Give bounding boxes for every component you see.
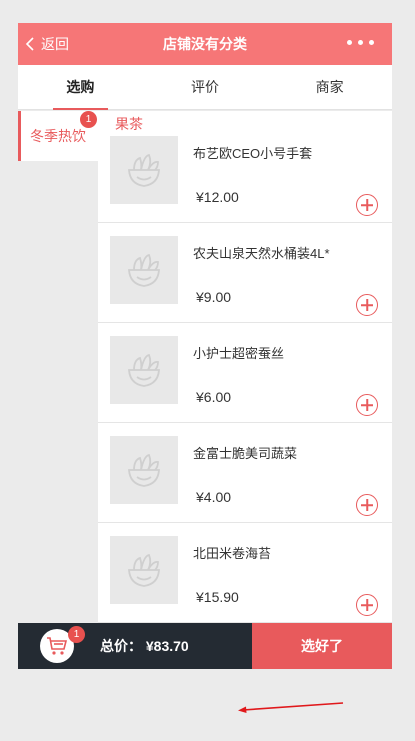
arrow-annotation <box>238 702 344 713</box>
total-label: 总价： <box>100 638 142 654</box>
add-to-cart-button[interactable] <box>356 594 378 616</box>
placeholder-bowl-icon <box>128 453 160 487</box>
sidebar-item-winter-drinks[interactable]: 冬季热饮 1 <box>18 111 98 161</box>
checkout-button[interactable]: 选好了 <box>252 623 392 669</box>
placeholder-bowl-icon <box>128 553 160 587</box>
dot-icon <box>369 40 374 45</box>
product-list: 果茶 布艺欧CEO小号手套 ¥12.00 农夫山泉天然水桶装4L* ¥9.00 … <box>98 111 392 623</box>
product-price: ¥15.90 <box>196 589 239 605</box>
product-price: ¥12.00 <box>196 189 239 205</box>
sidebar-item-label: 冬季热饮 <box>30 128 86 144</box>
product-name: 布艺欧CEO小号手套 <box>193 146 313 161</box>
placeholder-bowl-icon <box>128 353 160 387</box>
product-name: 金富士脆美司蔬菜 <box>193 446 298 461</box>
product-item: 北田米卷海苔 ¥15.90 <box>98 523 392 623</box>
dot-icon <box>347 40 352 45</box>
product-item: 农夫山泉天然水桶装4L* ¥9.00 <box>98 223 392 323</box>
dot-icon <box>358 40 363 45</box>
product-image[interactable] <box>110 136 178 204</box>
cart-count-badge: 1 <box>68 626 85 643</box>
tab-reviews[interactable]: 评价 <box>143 65 268 109</box>
product-name: 小护士超密蚕丝 <box>193 346 285 361</box>
add-to-cart-button[interactable] <box>356 294 378 316</box>
category-count-badge: 1 <box>80 111 97 128</box>
placeholder-bowl-icon <box>128 253 160 287</box>
cart-total: 总价： ¥83.70 <box>100 623 189 669</box>
product-image[interactable] <box>110 536 178 604</box>
tab-merchant[interactable]: 商家 <box>267 65 392 109</box>
tab-shop[interactable]: 选购 <box>18 65 143 110</box>
total-value: ¥83.70 <box>145 638 189 654</box>
product-item: 小护士超密蚕丝 ¥6.00 <box>98 323 392 423</box>
page-title: 店铺没有分类 <box>163 36 247 52</box>
cart-bar: 1 总价： ¥83.70 选好了 <box>18 623 392 669</box>
back-label: 返回 <box>41 36 69 52</box>
product-price: ¥6.00 <box>196 389 232 405</box>
product-image[interactable] <box>110 436 178 504</box>
product-item: 布艺欧CEO小号手套 ¥12.00 <box>98 123 392 223</box>
product-name: 北田米卷海苔 <box>193 546 272 561</box>
product-price: ¥9.00 <box>196 289 232 305</box>
product-item: 金富士脆美司蔬菜 ¥4.00 <box>98 423 392 523</box>
shopping-cart-icon <box>47 637 68 655</box>
add-to-cart-button[interactable] <box>356 394 378 416</box>
phone-screen: 返回 店铺没有分类 选购 评价 商家 冬季热饮 1 果茶 布艺欧CEO小号手套 … <box>18 23 392 732</box>
header-bar: 返回 店铺没有分类 <box>18 23 392 65</box>
placeholder-bowl-icon <box>128 153 160 187</box>
product-image[interactable] <box>110 336 178 404</box>
tab-bar: 选购 评价 商家 <box>18 65 392 110</box>
add-to-cart-button[interactable] <box>356 194 378 216</box>
product-image[interactable] <box>110 236 178 304</box>
product-name: 农夫山泉天然水桶装4L* <box>193 246 330 261</box>
product-price: ¥4.00 <box>196 489 232 505</box>
chevron-left-icon <box>25 37 34 51</box>
category-sidebar: 冬季热饮 1 <box>18 111 98 623</box>
more-menu-button[interactable] <box>347 40 374 45</box>
back-button[interactable]: 返回 <box>25 23 69 65</box>
add-to-cart-button[interactable] <box>356 494 378 516</box>
